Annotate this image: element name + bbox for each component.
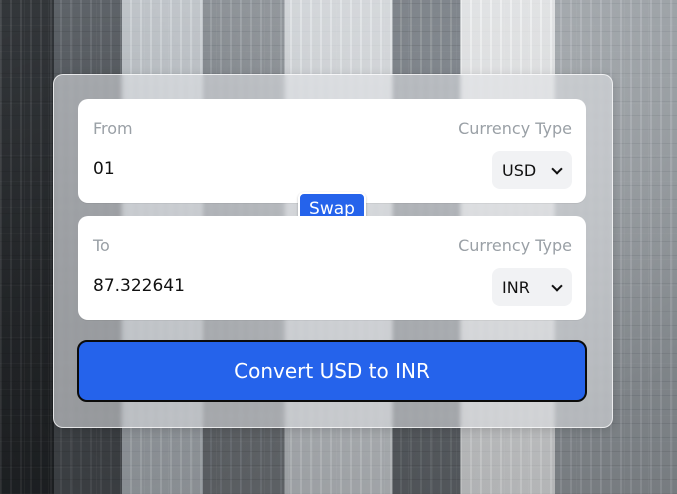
from-currency-value: USD	[502, 160, 537, 180]
to-currency-select[interactable]: INR	[492, 268, 572, 306]
chevron-down-icon	[552, 164, 562, 174]
from-currency-select[interactable]: USD	[492, 151, 572, 189]
to-currency-value: INR	[502, 277, 530, 297]
convert-button[interactable]: Convert USD to INR	[77, 340, 587, 402]
from-label: From	[93, 119, 133, 138]
from-amount-input[interactable]: 01	[93, 159, 115, 179]
to-amount-input[interactable]: 87.322641	[93, 276, 185, 296]
chevron-down-icon	[552, 281, 562, 291]
to-currency-type-label: Currency Type	[458, 236, 572, 255]
from-card: From Currency Type 01 USD	[78, 99, 586, 203]
to-card: To Currency Type 87.322641 INR	[78, 216, 586, 320]
from-currency-type-label: Currency Type	[458, 119, 572, 138]
to-label: To	[93, 236, 110, 255]
